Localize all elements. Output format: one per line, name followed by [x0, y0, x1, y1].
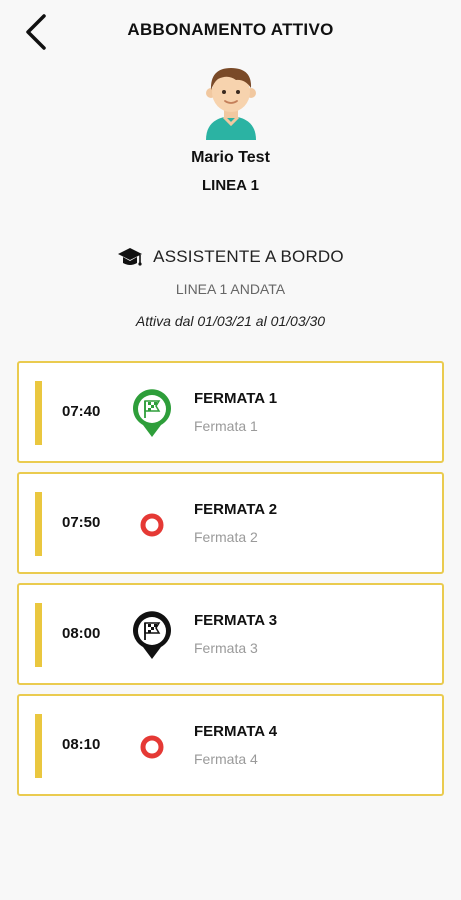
stop-subtitle: Fermata 1 — [194, 418, 258, 434]
stop-circle-red-icon — [140, 513, 164, 537]
user-line: LINEA 1 — [202, 177, 259, 194]
stop-title: FERMATA 1 — [194, 390, 278, 407]
stop-title: FERMATA 3 — [194, 612, 278, 629]
stop-circle-red-icon — [140, 735, 164, 759]
page-title: ABBONAMENTO ATTIVO — [127, 20, 334, 39]
role-row: ASSISTENTE A BORDO — [0, 244, 461, 270]
stop-accent-bar — [35, 714, 42, 778]
route-label: LINEA 1 ANDATA — [175, 281, 286, 297]
graduation-cap-icon — [118, 248, 143, 266]
stop-subtitle: Fermata 3 — [194, 640, 258, 656]
stops-list: 07:40 FERMATA 1 Fermata 1 07:50 FERMATA … — [17, 361, 444, 805]
stop-time: 07:50 — [62, 514, 101, 531]
user-name: Mario Test — [191, 149, 270, 166]
stop-card[interactable]: 08:00 FERMATA 3 Fermata 3 — [17, 583, 444, 685]
stop-title: FERMATA 4 — [194, 723, 278, 740]
stop-subtitle: Fermata 2 — [194, 529, 258, 545]
stop-card[interactable]: 07:50 FERMATA 2 Fermata 2 — [17, 472, 444, 574]
validity-period: Attiva dal 01/03/21 al 01/03/30 — [135, 313, 326, 329]
stop-title: FERMATA 2 — [194, 501, 278, 518]
stop-card[interactable]: 07:40 FERMATA 1 Fermata 1 — [17, 361, 444, 463]
avatar — [198, 62, 264, 140]
header: ABBONAMENTO ATTIVO — [0, 0, 461, 62]
stop-time: 08:00 — [62, 625, 101, 642]
flag-pin-green-icon — [133, 389, 171, 437]
stop-subtitle: Fermata 4 — [194, 751, 258, 767]
stop-accent-bar — [35, 381, 42, 445]
stop-card[interactable]: 08:10 FERMATA 4 Fermata 4 — [17, 694, 444, 796]
stop-time: 08:10 — [62, 736, 101, 753]
stop-time: 07:40 — [62, 403, 101, 420]
stop-accent-bar — [35, 492, 42, 556]
role-label: ASSISTENTE A BORDO — [153, 247, 344, 266]
stop-accent-bar — [35, 603, 42, 667]
flag-pin-black-icon — [133, 611, 171, 659]
